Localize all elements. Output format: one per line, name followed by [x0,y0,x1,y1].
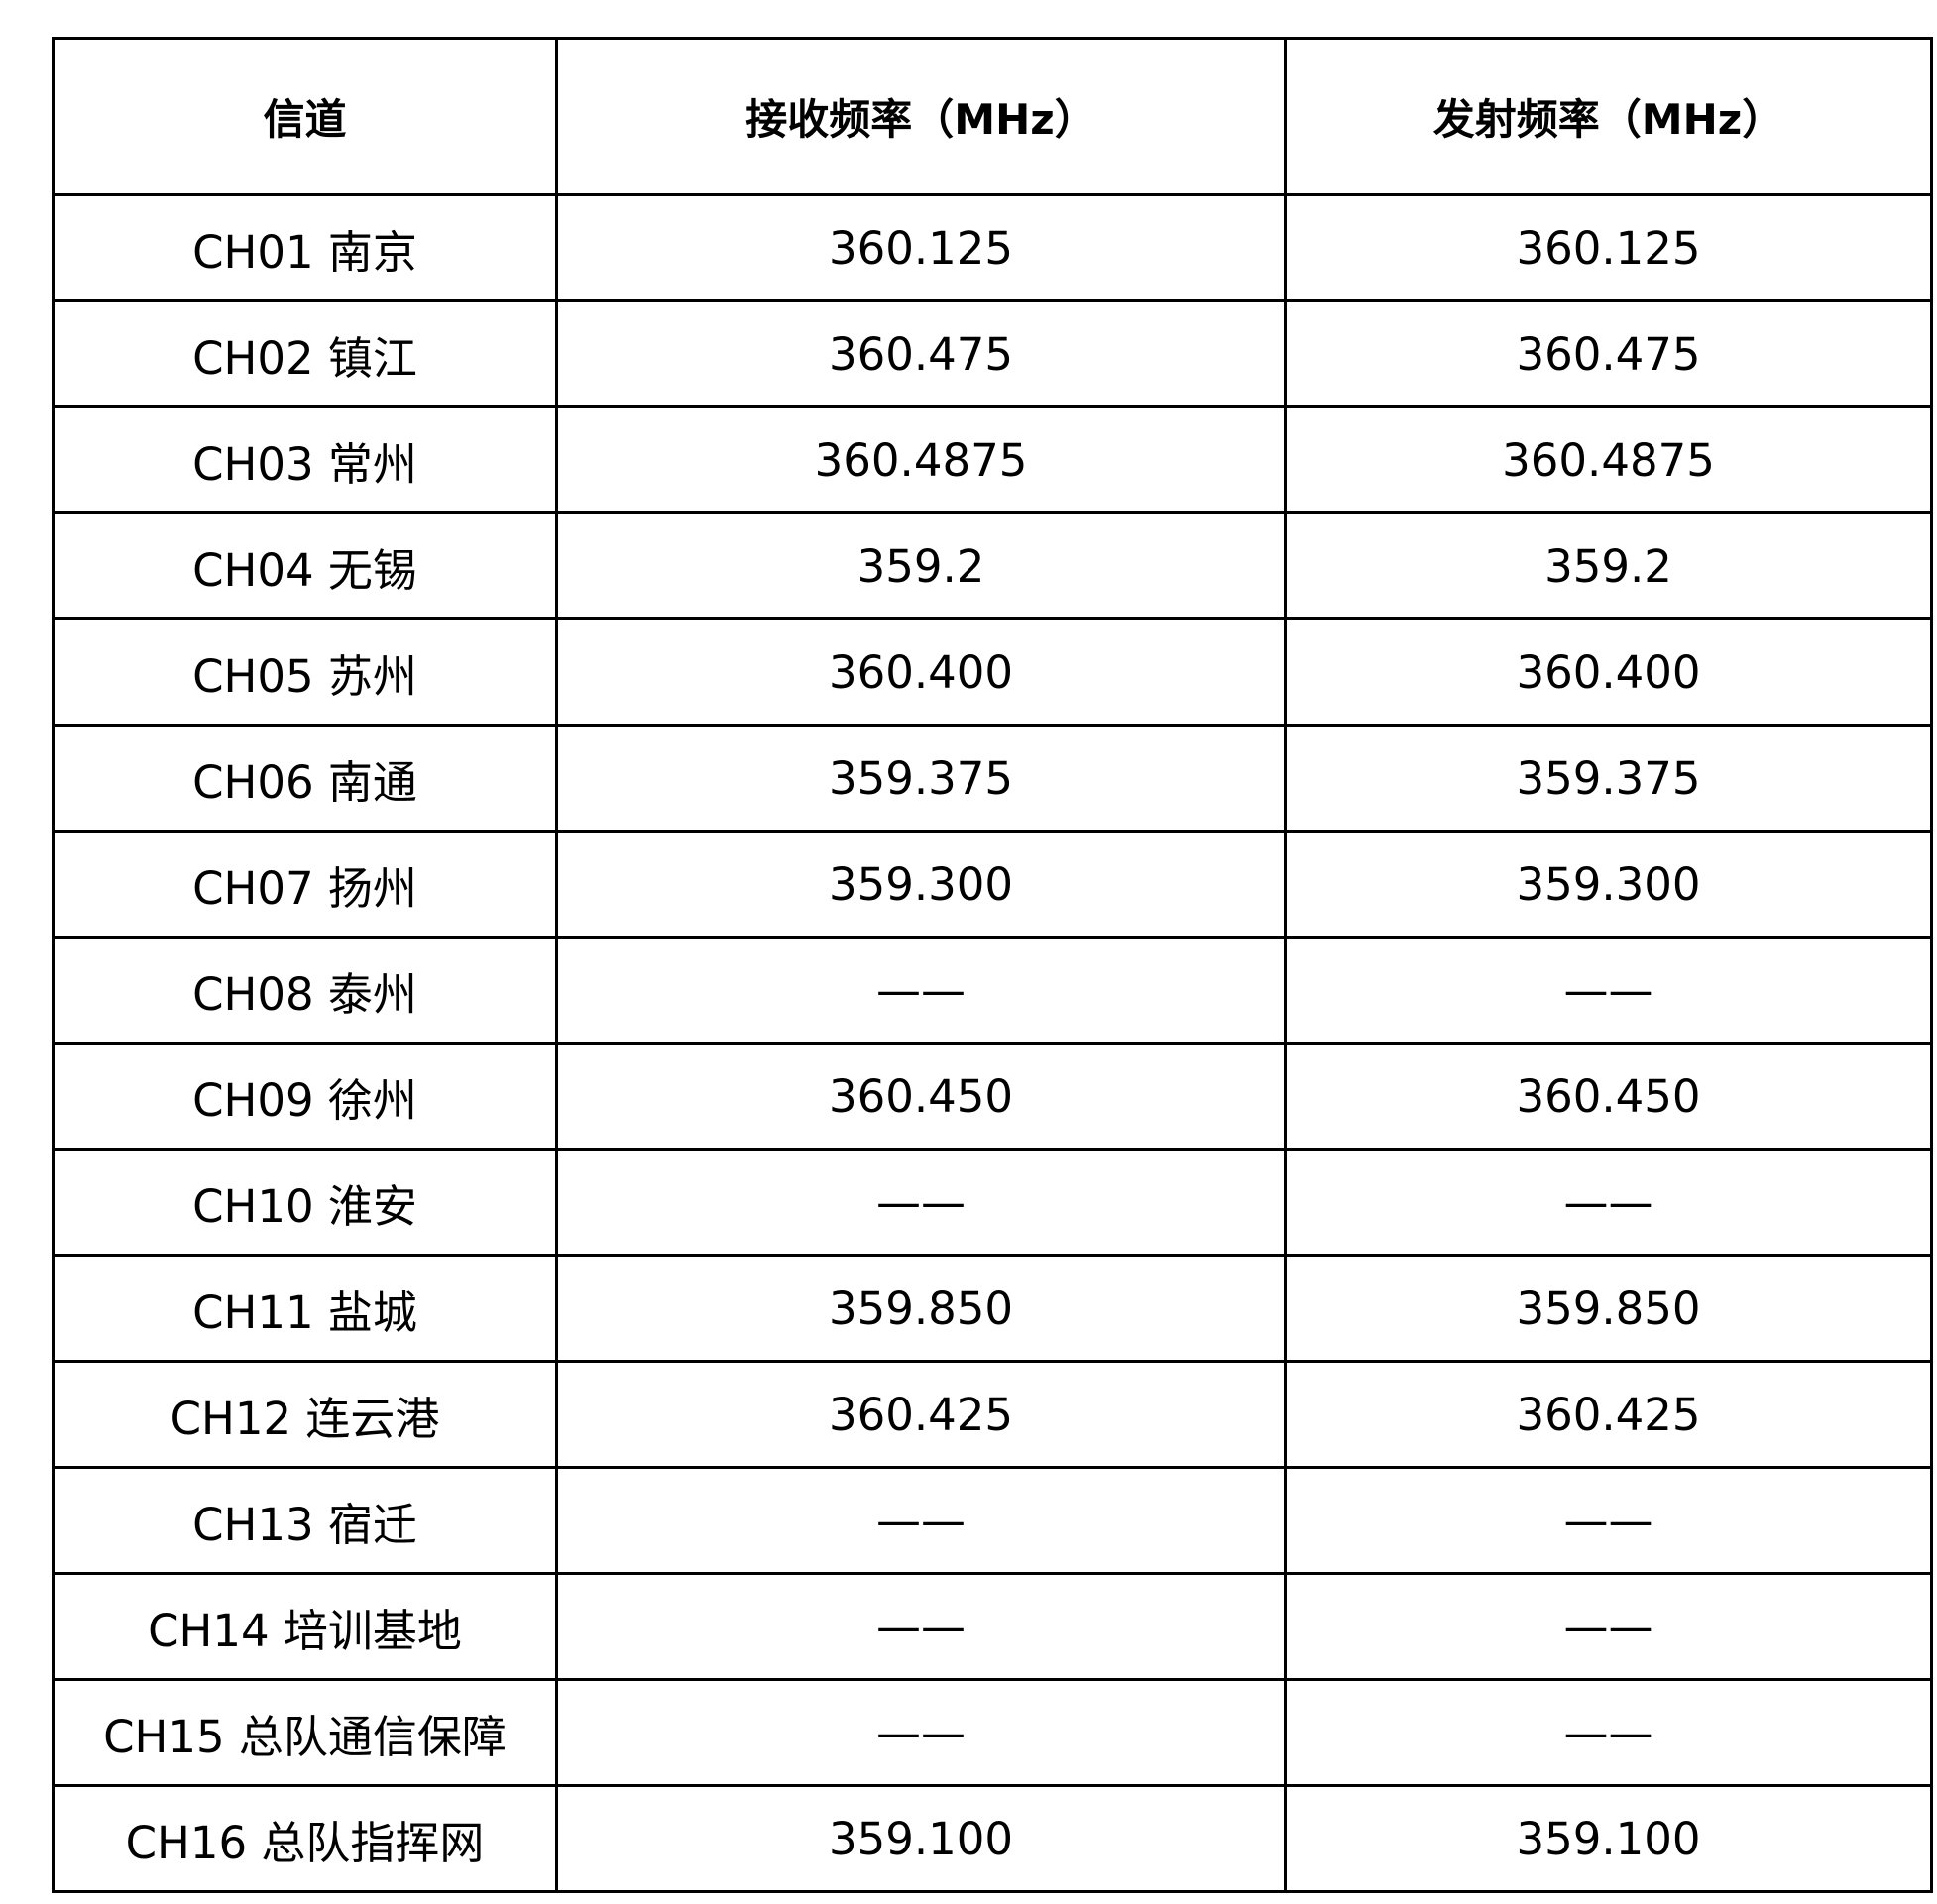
table-row: CH13 宿迁 —— —— [52,1466,1933,1575]
tx-frequency-cell: 359.300 [1284,830,1933,939]
tx-frequency-cell: 359.2 [1284,511,1933,620]
header-channel: 信道 [52,37,558,196]
rx-frequency-cell: —— [555,936,1287,1045]
tx-frequency-cell: 360.125 [1284,193,1933,302]
rx-frequency-cell: 360.4875 [555,405,1287,514]
header-row: 信道 接收频率（MHz） 发射频率（MHz） [52,37,1933,196]
table-row: CH16 总队指挥网 359.100 359.100 [52,1784,1933,1893]
tx-frequency-cell: 360.400 [1284,617,1933,727]
table-row: CH15 总队通信保障 —— —— [52,1678,1933,1787]
rx-frequency-cell: 360.475 [555,299,1287,408]
table-header: 信道 接收频率（MHz） 发射频率（MHz） [52,37,1933,196]
frequency-table: 信道 接收频率（MHz） 发射频率（MHz） CH01 南京 360.125 3… [52,37,1933,1893]
tx-frequency-cell: 360.475 [1284,299,1933,408]
channel-cell: CH04 无锡 [52,511,558,620]
channel-cell: CH15 总队通信保障 [52,1678,558,1787]
tx-frequency-cell: —— [1284,936,1933,1045]
channel-cell: CH11 盐城 [52,1254,558,1363]
tx-frequency-cell: —— [1284,1148,1933,1257]
table-row: CH06 南通 359.375 359.375 [52,724,1933,833]
rx-frequency-cell: 359.850 [555,1254,1287,1363]
rx-frequency-cell: —— [555,1466,1287,1575]
rx-frequency-cell: 360.425 [555,1360,1287,1469]
channel-cell: CH12 连云港 [52,1360,558,1469]
table-row: CH09 徐州 360.450 360.450 [52,1042,1933,1151]
channel-cell: CH06 南通 [52,724,558,833]
channel-cell: CH13 宿迁 [52,1466,558,1575]
tx-frequency-cell: —— [1284,1678,1933,1787]
channel-cell: CH05 苏州 [52,617,558,727]
rx-frequency-cell: 359.300 [555,830,1287,939]
tx-frequency-cell: 360.450 [1284,1042,1933,1151]
rx-frequency-cell: 360.450 [555,1042,1287,1151]
table-row: CH12 连云港 360.425 360.425 [52,1360,1933,1469]
channel-cell: CH02 镇江 [52,299,558,408]
channel-cell: CH14 培训基地 [52,1572,558,1681]
table-row: CH01 南京 360.125 360.125 [52,193,1933,302]
rx-frequency-cell: 359.375 [555,724,1287,833]
tx-frequency-cell: 360.425 [1284,1360,1933,1469]
table-row: CH08 泰州 —— —— [52,936,1933,1045]
rx-frequency-cell: —— [555,1678,1287,1787]
table-row: CH11 盐城 359.850 359.850 [52,1254,1933,1363]
tx-frequency-cell: —— [1284,1572,1933,1681]
header-rx-frequency: 接收频率（MHz） [555,37,1287,196]
header-tx-frequency: 发射频率（MHz） [1284,37,1933,196]
tx-frequency-cell: 359.100 [1284,1784,1933,1893]
channel-cell: CH08 泰州 [52,936,558,1045]
tx-frequency-cell: —— [1284,1466,1933,1575]
tx-frequency-cell: 359.375 [1284,724,1933,833]
rx-frequency-cell: 359.2 [555,511,1287,620]
channel-cell: CH09 徐州 [52,1042,558,1151]
table-row: CH10 淮安 —— —— [52,1148,1933,1257]
rx-frequency-cell: 359.100 [555,1784,1287,1893]
channel-cell: CH03 常州 [52,405,558,514]
rx-frequency-cell: 360.125 [555,193,1287,302]
tx-frequency-cell: 359.850 [1284,1254,1933,1363]
channel-cell: CH01 南京 [52,193,558,302]
table-row: CH03 常州 360.4875 360.4875 [52,405,1933,514]
table-row: CH04 无锡 359.2 359.2 [52,511,1933,620]
channel-cell: CH10 淮安 [52,1148,558,1257]
table-row: CH07 扬州 359.300 359.300 [52,830,1933,939]
table-row: CH14 培训基地 —— —— [52,1572,1933,1681]
table-body: CH01 南京 360.125 360.125 CH02 镇江 360.475 … [52,193,1933,1893]
rx-frequency-cell: —— [555,1572,1287,1681]
rx-frequency-cell: 360.400 [555,617,1287,727]
table-row: CH02 镇江 360.475 360.475 [52,299,1933,408]
channel-cell: CH16 总队指挥网 [52,1784,558,1893]
table-row: CH05 苏州 360.400 360.400 [52,617,1933,727]
rx-frequency-cell: —— [555,1148,1287,1257]
tx-frequency-cell: 360.4875 [1284,405,1933,514]
channel-cell: CH07 扬州 [52,830,558,939]
